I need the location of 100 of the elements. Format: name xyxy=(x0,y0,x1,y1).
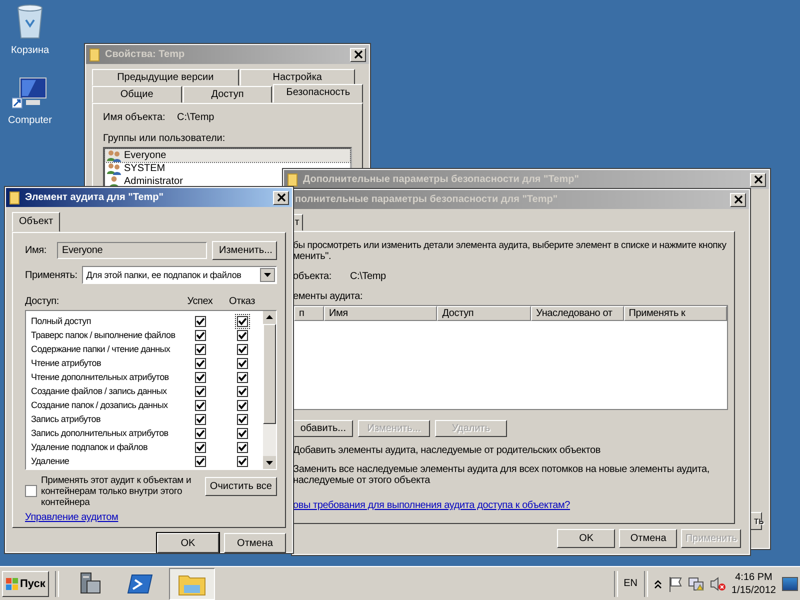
desktop-icon-label: Computer xyxy=(8,115,52,126)
column-header: Успех xyxy=(186,296,214,307)
cancel-button[interactable]: Отмена xyxy=(224,533,286,553)
failure-checkbox[interactable] xyxy=(236,386,248,396)
window-title: Элемент аудита для "Temp" xyxy=(25,192,165,203)
desktop-icon-label: Корзина xyxy=(10,45,50,56)
tab[interactable]: Настройка xyxy=(240,69,355,86)
failure-checkbox[interactable] xyxy=(236,456,248,466)
inside-only-label: Применять этот аудит к объектам и контейнерам только внутри этого контейнера xyxy=(41,475,192,508)
success-checkbox[interactable] xyxy=(194,442,206,452)
success-checkbox[interactable] xyxy=(194,316,206,326)
permission-name: Запись дополнительных атрибутов xyxy=(31,428,170,438)
permission-name: Удаление подпапок и файлов xyxy=(31,442,148,452)
groups-label: Группы или пользователи: xyxy=(103,133,226,144)
option-text: Добавить элементы аудита, наследуемые от родительских объектов xyxy=(293,445,602,456)
success-checkbox[interactable] xyxy=(194,358,206,368)
column-header[interactable]: Доступ xyxy=(437,306,532,321)
chevron-up-icon[interactable] xyxy=(654,578,662,588)
tab[interactable]: Общие xyxy=(92,86,182,103)
clear-all-button[interactable]: Очистить все xyxy=(204,477,277,496)
help-link[interactable]: овы требования для выполнения аудита доступа к объектам? xyxy=(293,500,734,511)
apply-to-dropdown[interactable]: Для этой папки, ее подпапок и файлов xyxy=(82,266,277,284)
permission-name: Содержание папки / чтение данных xyxy=(31,344,172,354)
folder-icon xyxy=(9,190,21,204)
start-logo-icon xyxy=(6,578,18,590)
failure-checkbox[interactable] xyxy=(236,344,248,354)
permission-name: Чтение дополнительных атрибутов xyxy=(31,372,170,382)
success-checkbox[interactable] xyxy=(194,372,206,382)
manage-auditing-link[interactable]: Управление аудитом xyxy=(25,512,118,523)
close-button[interactable] xyxy=(273,190,289,204)
inside-only-checkbox[interactable] xyxy=(25,485,37,497)
flag-icon[interactable] xyxy=(668,576,682,592)
permission-name: Чтение атрибутов xyxy=(31,358,102,368)
scrollbar[interactable] xyxy=(263,311,276,469)
object-name-value: C:\Temp xyxy=(177,112,214,123)
change-button[interactable]: Изменить... xyxy=(212,241,277,260)
column-header[interactable]: Имя xyxy=(324,306,438,321)
option-text: Заменить все наследуемые элементы аудита для всех потомков на новые элементы аудита, наследуемые от этого объекта xyxy=(293,464,710,486)
column-header[interactable]: Унаследовано от xyxy=(531,306,624,321)
column-header[interactable]: Применять к xyxy=(624,306,727,321)
success-checkbox[interactable] xyxy=(194,456,206,466)
powershell-icon xyxy=(127,572,154,594)
name-label: Имя: xyxy=(25,245,48,256)
failure-checkbox[interactable] xyxy=(236,428,248,438)
success-checkbox[interactable] xyxy=(194,414,206,424)
column-header[interactable]: п xyxy=(294,306,324,321)
failure-checkbox[interactable] xyxy=(236,414,248,424)
success-checkbox[interactable] xyxy=(194,330,206,340)
tab[interactable]: Безопасность xyxy=(273,84,364,103)
object-name-value: C:\Temp xyxy=(350,271,386,282)
network-icon[interactable] xyxy=(688,576,704,592)
dialog-button[interactable]: Отмена xyxy=(619,529,678,548)
clock-date[interactable]: 1/15/2012 xyxy=(732,584,776,596)
folder-icon xyxy=(287,172,299,186)
computer-icon[interactable] xyxy=(12,76,48,110)
scroll-thumb[interactable] xyxy=(263,324,276,424)
access-label: Доступ: xyxy=(25,296,59,307)
success-checkbox[interactable] xyxy=(194,344,206,354)
folder-icon xyxy=(89,48,101,62)
speaker-muted-icon[interactable] xyxy=(710,576,726,592)
failure-checkbox[interactable] xyxy=(236,400,248,410)
permission-name: Траверс папок / выполнение файлов xyxy=(31,330,176,340)
users-icon xyxy=(107,162,121,174)
permission-name: Удаление xyxy=(31,456,70,466)
apply-to-label: Применять: xyxy=(25,270,78,280)
name-field[interactable]: Everyone xyxy=(57,242,207,259)
clock-time[interactable]: 4:16 PM xyxy=(735,570,772,584)
failure-checkbox[interactable] xyxy=(236,372,248,382)
success-checkbox[interactable] xyxy=(194,386,206,396)
success-checkbox[interactable] xyxy=(194,400,206,410)
failure-checkbox[interactable] xyxy=(236,442,248,452)
user-list-item[interactable]: SYSTEM xyxy=(105,162,168,175)
close-icon xyxy=(754,175,762,184)
success-checkbox[interactable] xyxy=(194,428,206,438)
failure-checkbox[interactable] xyxy=(236,316,248,326)
action-button[interactable]: обавить... xyxy=(293,420,353,437)
permission-name: Создание папок / дозапись данных xyxy=(31,400,169,410)
show-desktop-button[interactable] xyxy=(782,576,798,590)
language-indicator[interactable]: EN xyxy=(624,578,638,589)
start-button[interactable]: Пуск xyxy=(2,570,50,596)
failure-checkbox[interactable] xyxy=(236,358,248,368)
tab[interactable]: Объект xyxy=(12,212,60,232)
tab[interactable]: Доступ xyxy=(182,86,272,103)
permission-name: Создание файлов / запись данных xyxy=(31,386,168,396)
scroll-up-icon[interactable] xyxy=(263,311,276,324)
taskbar-app[interactable] xyxy=(169,568,216,600)
column-header: Отказ xyxy=(228,296,256,307)
permission-name: Полный доступ xyxy=(31,316,92,326)
failure-checkbox[interactable] xyxy=(236,330,248,340)
users-icon xyxy=(107,150,121,162)
window-title: Свойства: Temp xyxy=(105,49,186,60)
tab[interactable]: Предыдущие версии xyxy=(92,69,239,86)
ok-button[interactable]: OK xyxy=(157,533,219,553)
dialog-button[interactable]: OK xyxy=(557,529,616,548)
instruction-text: менить". xyxy=(293,251,332,262)
object-name-label: Имя объекта: xyxy=(103,112,166,123)
scroll-down-icon[interactable] xyxy=(263,456,276,469)
recycle-bin-icon[interactable] xyxy=(15,4,45,40)
permission-name: Запись атрибутов xyxy=(31,414,102,424)
user-list-item[interactable]: Everyone xyxy=(105,149,350,162)
